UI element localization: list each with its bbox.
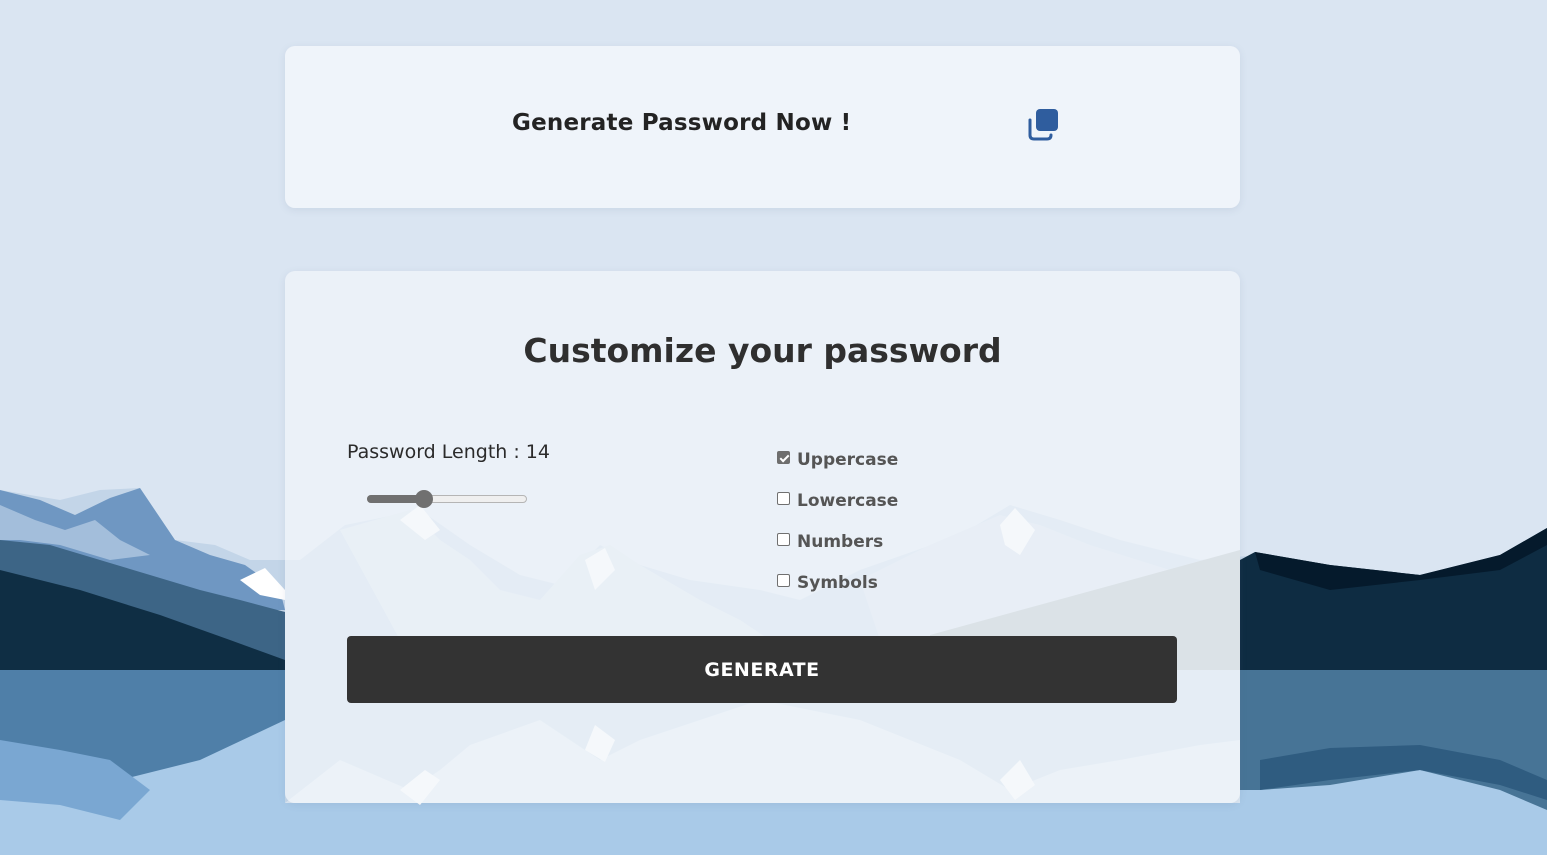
password-length-slider[interactable] (367, 490, 527, 510)
option-uppercase[interactable]: Uppercase (777, 439, 898, 480)
generate-button[interactable]: GENERATE (347, 636, 1177, 703)
password-output[interactable]: Generate Password Now ! (512, 110, 851, 136)
page-title: Customize your password (523, 331, 1002, 370)
uppercase-label: Uppercase (797, 449, 899, 470)
symbols-checkbox[interactable] (777, 574, 790, 587)
character-options: Uppercase Lowercase Numbers Symbols (777, 439, 898, 603)
copy-icon (1028, 109, 1058, 141)
option-symbols[interactable]: Symbols (777, 562, 898, 603)
password-display-card: Generate Password Now ! (285, 46, 1240, 208)
password-length-label: Password Length : 14 (347, 441, 550, 463)
copy-button[interactable] (1026, 106, 1062, 142)
option-numbers[interactable]: Numbers (777, 521, 898, 562)
lowercase-label: Lowercase (797, 490, 899, 511)
numbers-checkbox[interactable] (777, 533, 790, 546)
customize-card: Customize your password Password Length … (285, 271, 1240, 803)
option-lowercase[interactable]: Lowercase (777, 480, 898, 521)
numbers-label: Numbers (797, 531, 884, 552)
slider-thumb[interactable] (415, 490, 433, 508)
uppercase-checkbox[interactable] (777, 451, 790, 464)
symbols-label: Symbols (797, 572, 878, 593)
lowercase-checkbox[interactable] (777, 492, 790, 505)
